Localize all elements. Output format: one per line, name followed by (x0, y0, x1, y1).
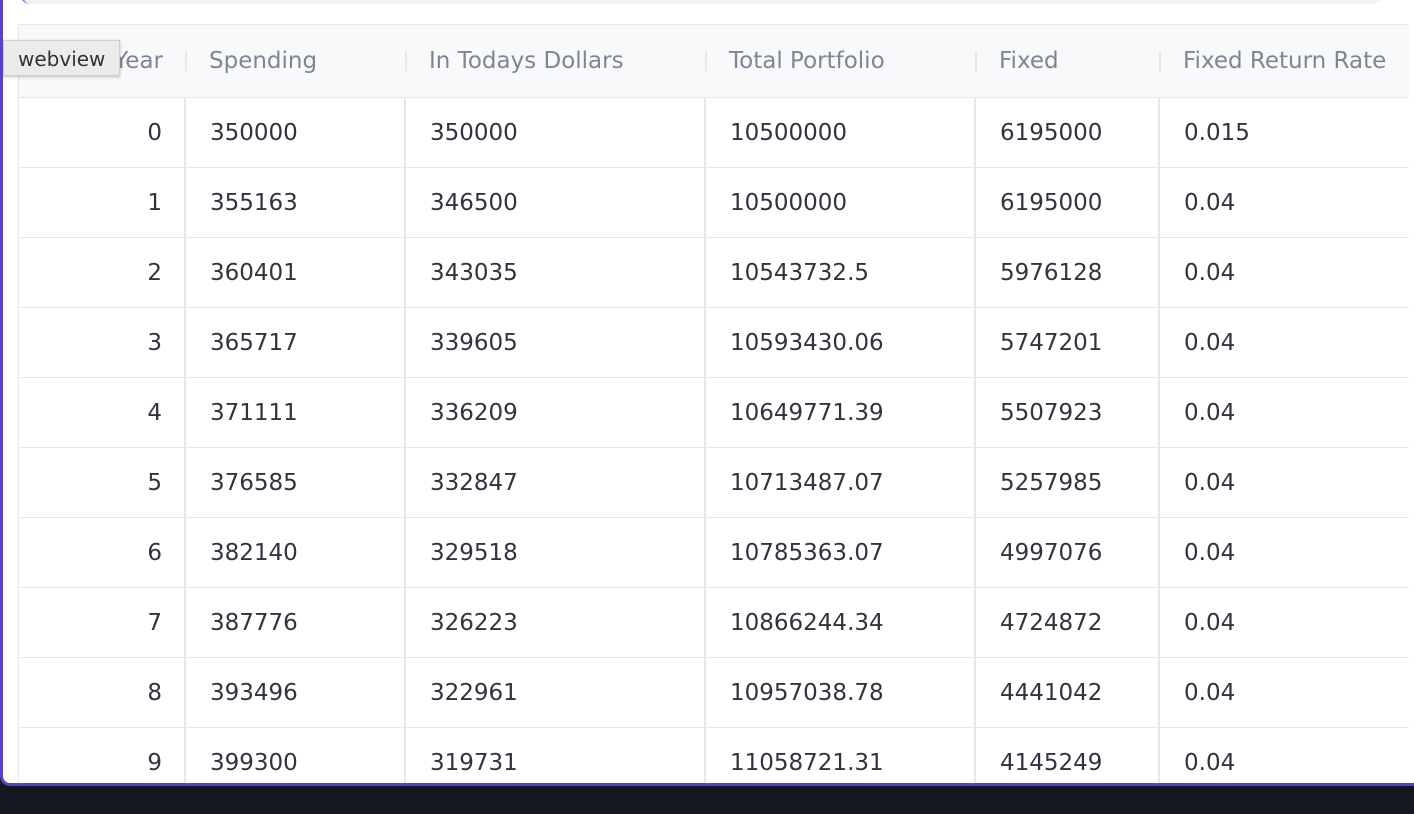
cell-fixed[interactable]: 5976128 (974, 237, 1159, 308)
table-row[interactable]: 5 376585 332847 10713487.07 5257985 0.04 (19, 447, 1409, 518)
column-header-label: Total Portfolio (729, 48, 885, 74)
column-divider[interactable] (1159, 51, 1161, 71)
previous-widget-edge (20, 0, 1383, 4)
table-row[interactable]: 8 393496 322961 10957038.78 4441042 0.04 (19, 657, 1409, 728)
column-header-fixed[interactable]: Fixed (975, 25, 1159, 98)
cell-in-todays-dollars[interactable]: 332847 (404, 447, 705, 518)
table-row[interactable]: 9 399300 319731 11058721.31 4145249 0.04 (19, 727, 1409, 783)
cell-year[interactable]: 1 (19, 167, 185, 238)
cell-year[interactable]: 5 (19, 447, 185, 518)
column-header-label: Year (114, 48, 163, 74)
cell-total-portfolio[interactable]: 10957038.78 (704, 657, 975, 728)
cell-spending[interactable]: 387776 (184, 587, 405, 658)
cell-spending[interactable]: 399300 (184, 727, 405, 783)
cell-in-todays-dollars[interactable]: 329518 (404, 517, 705, 588)
taskbar (0, 786, 1414, 814)
column-divider[interactable] (975, 51, 977, 71)
column-header-label: In Todays Dollars (429, 48, 624, 74)
column-header-label: Spending (209, 48, 318, 74)
cell-total-portfolio[interactable]: 10500000 (704, 167, 975, 238)
cell-year[interactable]: 8 (19, 657, 185, 728)
cell-year[interactable]: 2 (19, 237, 185, 308)
column-header-label: Fixed Return Rate (1183, 48, 1387, 74)
cell-fixed-return-rate[interactable]: 0.04 (1158, 657, 1409, 728)
cell-spending[interactable]: 371111 (184, 377, 405, 448)
cell-spending[interactable]: 393496 (184, 657, 405, 728)
cell-in-todays-dollars[interactable]: 339605 (404, 307, 705, 378)
table-row[interactable]: 7 387776 326223 10866244.34 4724872 0.04 (19, 587, 1409, 658)
cell-fixed-return-rate[interactable]: 0.04 (1158, 237, 1409, 308)
cell-in-todays-dollars[interactable]: 319731 (404, 727, 705, 783)
column-header-in-todays-dollars[interactable]: In Todays Dollars (405, 25, 705, 98)
cell-fixed[interactable]: 5507923 (974, 377, 1159, 448)
cell-year[interactable]: 6 (19, 517, 185, 588)
column-header-spending[interactable]: Spending (185, 25, 405, 98)
table-row[interactable]: 0 350000 350000 10500000 6195000 0.015 (19, 97, 1409, 168)
cell-total-portfolio[interactable]: 10500000 (704, 97, 975, 168)
cell-spending[interactable]: 360401 (184, 237, 405, 308)
cell-fixed-return-rate[interactable]: 0.04 (1158, 447, 1409, 518)
cell-fixed[interactable]: 4145249 (974, 727, 1159, 783)
table-header-row: Year Spending In Todays Dollars Total Po… (19, 25, 1409, 98)
column-header-label: Fixed (999, 48, 1059, 74)
table-row[interactable]: 1 355163 346500 10500000 6195000 0.04 (19, 167, 1409, 238)
cell-year[interactable]: 9 (19, 727, 185, 783)
dataframe-container[interactable]: Year Spending In Todays Dollars Total Po… (18, 24, 1409, 783)
cell-total-portfolio[interactable]: 10543732.5 (704, 237, 975, 308)
column-header-total-portfolio[interactable]: Total Portfolio (705, 25, 975, 98)
cell-spending[interactable]: 355163 (184, 167, 405, 238)
cell-fixed[interactable]: 5257985 (974, 447, 1159, 518)
data-table[interactable]: Year Spending In Todays Dollars Total Po… (19, 25, 1409, 783)
cell-fixed-return-rate[interactable]: 0.04 (1158, 517, 1409, 588)
column-divider[interactable] (405, 51, 407, 71)
cell-fixed[interactable]: 4724872 (974, 587, 1159, 658)
column-divider[interactable] (705, 51, 707, 71)
cell-fixed-return-rate[interactable]: 0.04 (1158, 587, 1409, 658)
cell-spending[interactable]: 365717 (184, 307, 405, 378)
cell-in-todays-dollars[interactable]: 322961 (404, 657, 705, 728)
cell-in-todays-dollars[interactable]: 346500 (404, 167, 705, 238)
cell-in-todays-dollars[interactable]: 343035 (404, 237, 705, 308)
cell-year[interactable]: 3 (19, 307, 185, 378)
cell-fixed[interactable]: 6195000 (974, 97, 1159, 168)
table-row[interactable]: 2 360401 343035 10543732.5 5976128 0.04 (19, 237, 1409, 308)
cell-fixed[interactable]: 6195000 (974, 167, 1159, 238)
cell-fixed[interactable]: 4997076 (974, 517, 1159, 588)
cell-spending[interactable]: 376585 (184, 447, 405, 518)
webview-tooltip: webview (3, 40, 121, 76)
table-row[interactable]: 3 365717 339605 10593430.06 5747201 0.04 (19, 307, 1409, 378)
cell-total-portfolio[interactable]: 10593430.06 (704, 307, 975, 378)
cell-total-portfolio[interactable]: 11058721.31 (704, 727, 975, 783)
cell-total-portfolio[interactable]: 10649771.39 (704, 377, 975, 448)
cell-fixed[interactable]: 4441042 (974, 657, 1159, 728)
column-divider[interactable] (185, 51, 187, 71)
table-row[interactable]: 6 382140 329518 10785363.07 4997076 0.04 (19, 517, 1409, 588)
cell-year[interactable]: 4 (19, 377, 185, 448)
cell-total-portfolio[interactable]: 10866244.34 (704, 587, 975, 658)
cell-total-portfolio[interactable]: 10785363.07 (704, 517, 975, 588)
cell-fixed-return-rate[interactable]: 0.04 (1158, 167, 1409, 238)
cell-fixed-return-rate[interactable]: 0.04 (1158, 727, 1409, 783)
cell-fixed-return-rate[interactable]: 0.04 (1158, 307, 1409, 378)
cell-in-todays-dollars[interactable]: 350000 (404, 97, 705, 168)
app-window: Year Spending In Todays Dollars Total Po… (0, 0, 1414, 786)
cell-in-todays-dollars[interactable]: 326223 (404, 587, 705, 658)
cell-total-portfolio[interactable]: 10713487.07 (704, 447, 975, 518)
cell-fixed-return-rate[interactable]: 0.04 (1158, 377, 1409, 448)
cell-fixed-return-rate[interactable]: 0.015 (1158, 97, 1409, 168)
cell-year[interactable]: 7 (19, 587, 185, 658)
cell-spending[interactable]: 382140 (184, 517, 405, 588)
cell-year[interactable]: 0 (19, 98, 185, 168)
cell-in-todays-dollars[interactable]: 336209 (404, 377, 705, 448)
cell-fixed[interactable]: 5747201 (974, 307, 1159, 378)
table-row[interactable]: 4 371111 336209 10649771.39 5507923 0.04 (19, 377, 1409, 448)
column-header-fixed-return-rate[interactable]: Fixed Return Rate (1159, 25, 1409, 98)
table-body: 0 350000 350000 10500000 6195000 0.015 1 355163… (19, 97, 1409, 783)
cell-spending[interactable]: 350000 (184, 97, 405, 168)
